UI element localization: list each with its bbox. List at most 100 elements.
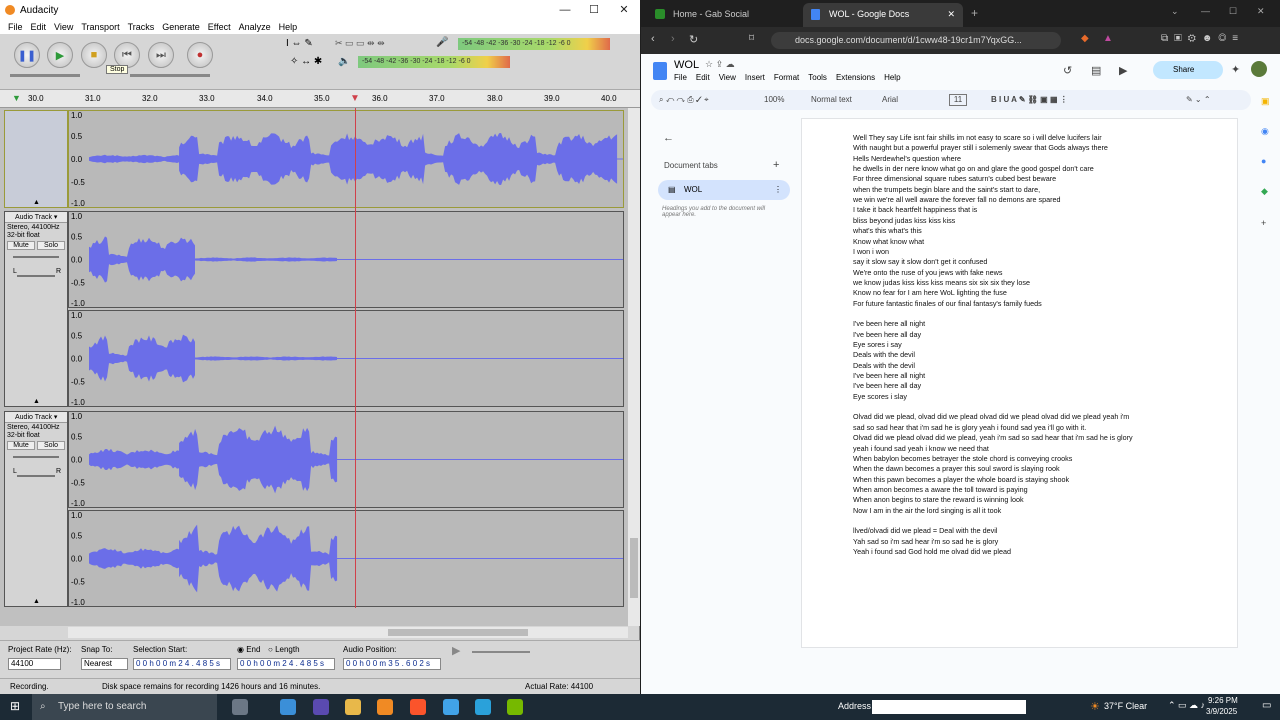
doc-title[interactable]: WOL — [674, 59, 699, 71]
pan-slider[interactable] — [17, 475, 55, 477]
zoom-select[interactable]: 100% — [764, 90, 784, 110]
minimize-icon[interactable]: — — [550, 0, 580, 20]
doc-menu-file[interactable]: File — [674, 73, 687, 82]
menu-analyze[interactable]: Analyze — [239, 22, 271, 32]
tray-icons[interactable]: ⌃ ▭ ☁ ♪ — [1168, 700, 1205, 711]
bookmark-icon[interactable]: ⌑ — [749, 33, 754, 44]
doc-menu-tools[interactable]: Tools — [808, 73, 827, 82]
history-icon[interactable]: ↺ — [1063, 64, 1072, 77]
back-arrow-icon[interactable]: ← — [663, 132, 674, 144]
tab-list-icon[interactable]: ⌄ — [1171, 6, 1179, 17]
waveform-track-1[interactable]: 1.0 0.5 0.0 -0.5 -1.0 — [68, 110, 624, 208]
menu-file[interactable]: File — [8, 22, 23, 32]
maximize-icon[interactable]: ☐ — [579, 0, 609, 20]
track-name-button[interactable]: Audio Track ▾ — [5, 412, 67, 423]
menu-effect[interactable]: Effect — [208, 22, 231, 32]
play-speed-slider[interactable] — [472, 651, 530, 653]
solo-button[interactable]: Solo — [37, 241, 65, 250]
share-button[interactable]: Share — [1153, 61, 1223, 79]
url-input[interactable]: docs.google.com/document/d/1cww48-19cr1m… — [771, 32, 1061, 49]
comment-icon[interactable]: ▤ — [1091, 64, 1101, 77]
menu-help[interactable]: Help — [279, 22, 298, 32]
reload-icon[interactable]: ↻ — [689, 33, 698, 46]
pause-button[interactable]: ❚❚ — [14, 42, 40, 68]
doc-menu-view[interactable]: View — [719, 73, 736, 82]
snap-select[interactable]: Nearest — [81, 658, 128, 670]
play-at-speed-icon[interactable]: ▶ — [452, 644, 460, 657]
stop-button[interactable]: ■ — [81, 42, 107, 68]
forward-icon[interactable]: › — [671, 33, 675, 45]
waveform-track-2-left[interactable]: 1.0 0.5 0.0 -0.5 -1.0 — [68, 211, 624, 308]
editing-mode-icon[interactable]: ✎ ⌄ ⌃ — [1186, 90, 1211, 110]
docs-logo-icon[interactable] — [653, 62, 667, 80]
doc-menu-edit[interactable]: Edit — [696, 73, 710, 82]
menu-transport[interactable]: Transport — [81, 22, 119, 32]
format-icons[interactable]: B I U A ✎ ⛓ ▣ ▦ ⋮ — [991, 90, 1068, 110]
font-size-input[interactable]: 11 — [949, 94, 967, 106]
audio-position-field[interactable]: 0 0 h 0 0 m 3 5 . 6 0 2 s — [343, 658, 441, 670]
app-icon[interactable] — [443, 699, 459, 715]
waveform-track-2-right[interactable]: 1.0 0.5 0.0 -0.5 -1.0 — [68, 310, 624, 407]
gemini-icon[interactable]: ✦ — [1231, 63, 1240, 76]
selection-start-field[interactable]: 0 0 h 0 0 m 2 4 . 4 8 5 s — [133, 658, 231, 670]
waveform-track-3-right[interactable]: 1.0 0.5 0.0 -0.5 -1.0 — [68, 510, 624, 607]
tab-google-docs[interactable]: WOL - Google Docs ✕ — [803, 3, 963, 27]
star-icon[interactable]: ☆ ⇪ ☁ — [705, 59, 735, 70]
avatar[interactable] — [1251, 61, 1267, 77]
file-explorer-icon[interactable] — [345, 699, 361, 715]
recording-head-icon[interactable]: ▼ — [350, 93, 360, 104]
menu-view[interactable]: View — [54, 22, 73, 32]
edit-tools-icons[interactable]: ✂ ▭ ▭ ⇹ ⇹ — [335, 38, 425, 52]
close-tab-icon[interactable]: ✕ — [947, 3, 955, 25]
add-addon-icon[interactable]: + — [1261, 218, 1266, 228]
horizontal-scrollbar[interactable] — [68, 627, 628, 638]
doc-menu-insert[interactable]: Insert — [745, 73, 765, 82]
tools-icons[interactable]: I ⇔ ✎ — [286, 38, 330, 52]
app-icon[interactable] — [313, 699, 329, 715]
zoom-tools-icons[interactable]: ✧ ↔ ✱ — [290, 56, 334, 70]
add-tab-icon[interactable]: + — [773, 159, 779, 171]
task-view-icon[interactable] — [232, 699, 248, 715]
meet-icon[interactable]: ▶ — [1119, 64, 1127, 77]
track-control-panel[interactable]: Audio Track ▾ Stereo, 44100Hz 32-bit flo… — [4, 411, 68, 607]
document-page[interactable]: Well They say Life isnt fair shills im n… — [801, 118, 1238, 648]
audacity-taskbar-icon[interactable] — [377, 699, 393, 715]
search-menu-icon[interactable]: ⌕ ↶ ↷ ⎙ ✓ ⌖ — [659, 90, 709, 110]
browser-toolbar-icons[interactable]: ⧉▣⚙☻◎≡ — [1161, 33, 1244, 44]
playback-meter[interactable]: -54 -48 -42 -36 -30 -24 -18 -12 -6 0 — [358, 56, 510, 68]
menu-edit[interactable]: Edit — [31, 22, 47, 32]
project-rate-select[interactable]: 44100 — [8, 658, 61, 670]
tab-more-icon[interactable]: ⋮ — [774, 180, 782, 200]
play-button[interactable]: ▶ — [47, 42, 73, 68]
taskbar-search[interactable]: ⌕ Type here to search — [32, 694, 217, 720]
recording-meter[interactable]: -54 -48 -42 -36 -30 -24 -18 -12 -6 0 — [458, 38, 610, 50]
gain-slider[interactable] — [13, 456, 59, 458]
timeline-ruler[interactable]: ▼ 30.0 31.0 32.0 33.0 34.0 35.0 36.0 37.… — [0, 90, 640, 108]
back-icon[interactable]: ‹ — [651, 33, 655, 45]
font-select[interactable]: Arial — [882, 90, 898, 110]
length-radio[interactable]: ○ Length — [268, 645, 300, 654]
track-name-button[interactable]: Audio Track ▾ — [5, 212, 67, 223]
notification-icon[interactable]: ▭ — [1262, 700, 1271, 711]
doc-menu-format[interactable]: Format — [774, 73, 799, 82]
collapse-icon[interactable]: ▲ — [33, 199, 40, 206]
doc-menu-help[interactable]: Help — [884, 73, 900, 82]
recording-volume-slider[interactable] — [10, 74, 80, 77]
selection-end-field[interactable]: 0 0 h 0 0 m 2 4 . 4 8 5 s — [237, 658, 335, 670]
maximize-icon[interactable]: ☐ — [1229, 6, 1237, 17]
waveform-track-3-left[interactable]: 1.0 0.5 0.0 -0.5 -1.0 — [68, 411, 624, 508]
playback-volume-slider[interactable] — [130, 74, 210, 77]
brave-shield-icon[interactable]: ◆ — [1081, 33, 1089, 44]
rewards-icon[interactable]: ▲ — [1103, 33, 1113, 44]
new-tab-icon[interactable]: + — [971, 6, 978, 20]
telegram-icon[interactable] — [475, 699, 491, 715]
tasks-icon[interactable]: ◉ — [1261, 126, 1269, 137]
clock-time[interactable]: 9:26 PM — [1208, 696, 1238, 705]
brave-taskbar-icon[interactable] — [410, 699, 426, 715]
minimize-icon[interactable]: — — [1201, 6, 1210, 16]
play-head-icon[interactable]: ▼ — [12, 93, 21, 103]
skip-end-button[interactable]: ⏭ — [148, 42, 174, 68]
mute-button[interactable]: Mute — [7, 241, 35, 250]
record-button[interactable]: ● — [187, 42, 213, 68]
end-radio[interactable]: ◉ End — [237, 645, 260, 654]
